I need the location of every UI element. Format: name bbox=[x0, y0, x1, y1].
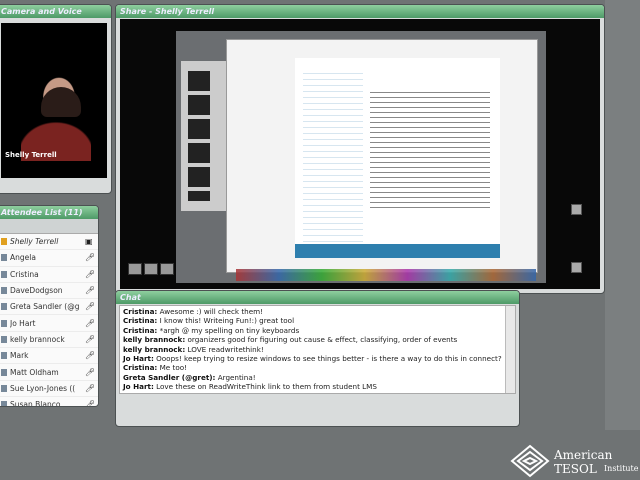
attendee-row[interactable]: Sue Lyon-Jones (( 🎤︎ bbox=[0, 380, 98, 397]
attendee-name: Sue Lyon-Jones (( bbox=[10, 383, 76, 393]
chat-text: organizers good for figuring out cause &… bbox=[185, 335, 458, 345]
browser-window bbox=[226, 39, 538, 273]
microphone-icon: 🎤︎ bbox=[85, 269, 96, 279]
american-tesol-logo: American TESOL Institute bbox=[508, 440, 640, 480]
participant-icon bbox=[1, 401, 7, 406]
chat-text: Love these on ReadWriteThink link to the… bbox=[153, 382, 377, 392]
attendee-row[interactable]: DaveDodgson 🎤︎ bbox=[0, 282, 98, 300]
chat-text: Awesome :) will check them! bbox=[157, 307, 264, 316]
chat-message: Greta Sandler (@gret): Argentina! bbox=[123, 373, 503, 382]
participant-icon bbox=[1, 335, 7, 343]
attendee-row[interactable]: Mark 🎤︎ bbox=[0, 348, 98, 365]
camera-pod-title: Camera and Voice bbox=[0, 5, 111, 18]
chat-message: Cristina: Me too! bbox=[123, 363, 503, 372]
participant-icon bbox=[1, 270, 7, 278]
attendee-name: Angela bbox=[10, 253, 36, 263]
chat-text: I know this! Writeing Fun!:) great tool bbox=[157, 316, 295, 326]
presenter-icon: ▣ bbox=[85, 237, 93, 247]
chat-message: Jo Hart: Ooops! keep trying to resize wi… bbox=[123, 354, 503, 363]
chat-sender: Cristina: bbox=[123, 316, 158, 326]
participant-icon bbox=[1, 384, 7, 392]
host-icon bbox=[1, 238, 7, 246]
chat-sender: Cristina: bbox=[123, 307, 158, 316]
attendee-row[interactable]: Cristina 🎤︎ bbox=[0, 266, 98, 283]
mac-dock bbox=[236, 269, 536, 281]
attendee-name: Jo Hart bbox=[10, 318, 36, 328]
camera-voice-pod: Camera and Voice Shelly Terrell bbox=[0, 4, 112, 194]
chat-message: kelly brannock: LOVE readwritethink! bbox=[123, 345, 503, 354]
microphone-icon: 🎤︎ bbox=[85, 367, 96, 377]
shared-screen bbox=[120, 19, 600, 289]
chat-message: Cristina: Awesome :) will check them! bbox=[123, 307, 503, 316]
microphone-icon: 🎤︎ bbox=[85, 334, 96, 344]
participant-icon bbox=[1, 368, 7, 376]
attendee-name: Mark bbox=[10, 351, 29, 361]
screen-share-pod: Share - Shelly Terrell bbox=[115, 4, 605, 294]
attendee-row[interactable]: Jo Hart 🎤︎ bbox=[0, 315, 98, 332]
attendee-row[interactable]: Matt Oldham 🎤︎ bbox=[0, 364, 98, 381]
chat-message: Cristina: *argh @ my spelling on tiny ke… bbox=[123, 326, 503, 335]
participant-icon bbox=[1, 254, 7, 262]
attendee-row[interactable]: Susan Blanco 🎤︎ bbox=[0, 396, 98, 407]
right-panel bbox=[605, 0, 640, 430]
chat-text: Me too! bbox=[157, 363, 187, 373]
attendee-name: kelly brannock bbox=[10, 334, 65, 344]
microphone-icon: 🎤︎ bbox=[85, 400, 96, 407]
microphone-icon: 🎤︎ bbox=[85, 302, 96, 312]
attendee-list-pod: Attendee List (11) Shelly Terrell ▣ Angela… bbox=[0, 205, 99, 407]
logo-mark-icon bbox=[510, 444, 550, 478]
share-pod-title: Share - Shelly Terrell bbox=[116, 5, 604, 18]
logo-subtext: Institute bbox=[604, 464, 639, 473]
chat-sender: kelly brannock: bbox=[123, 344, 186, 354]
scroll-down-button[interactable] bbox=[571, 262, 582, 273]
attendee-row[interactable]: Angela 🎤︎ bbox=[0, 250, 98, 267]
attendee-name: Shelly Terrell bbox=[10, 237, 59, 247]
participant-icon bbox=[1, 352, 7, 360]
chat-text: Argentina! bbox=[215, 372, 256, 382]
attendee-name: DaveDodgson bbox=[10, 286, 63, 296]
chat-sender: Jo Hart: bbox=[123, 354, 154, 364]
chat-message: Cristina: I know this! Writeing Fun!:) g… bbox=[123, 316, 503, 325]
chat-message: kelly brannock: organizers good for figu… bbox=[123, 335, 503, 344]
participant-icon bbox=[1, 287, 7, 295]
attendee-row[interactable]: kelly brannock 🎤︎ bbox=[0, 331, 98, 349]
scroll-up-button[interactable] bbox=[571, 204, 582, 215]
chat-sender: Greta Sandler (@gret): bbox=[123, 372, 216, 382]
microphone-icon: 🎤︎ bbox=[85, 253, 96, 263]
attendee-pod-title: Attendee List (11) bbox=[0, 206, 98, 219]
chat-sender: Jo Hart: bbox=[123, 382, 154, 392]
chat-text: *argh @ my spelling on tiny keyboards bbox=[157, 325, 300, 335]
chat-scrollbar[interactable] bbox=[505, 306, 515, 393]
chat-text: LOVE readwritethink! bbox=[185, 344, 264, 354]
share-view-buttons[interactable] bbox=[128, 260, 176, 279]
participant-icon bbox=[1, 319, 7, 327]
chat-sender: Cristina: bbox=[123, 363, 158, 373]
microphone-icon: 🎤︎ bbox=[85, 286, 96, 296]
presenter-name: Shelly Terrell bbox=[5, 151, 57, 159]
chat-pod: Chat Cristina: Awesome :) will check the… bbox=[115, 290, 520, 427]
chat-sender: Cristina: bbox=[123, 325, 158, 335]
chat-message: Jo Hart: Love these on ReadWriteThink li… bbox=[123, 382, 503, 391]
attendee-name: Greta Sandler (@g bbox=[10, 302, 80, 312]
attendee-toolbar bbox=[0, 219, 98, 234]
attendee-name: Matt Oldham bbox=[10, 367, 59, 377]
attendee-name: Cristina bbox=[10, 269, 39, 279]
attendee-row[interactable]: Greta Sandler (@g 🎤︎ bbox=[0, 299, 98, 316]
attendee-row[interactable]: Shelly Terrell ▣ bbox=[0, 234, 98, 251]
chat-messages: Cristina: Awesome :) will check them! Cri… bbox=[119, 305, 516, 394]
participant-icon bbox=[1, 303, 7, 311]
webcam-video: Shelly Terrell bbox=[1, 23, 107, 178]
chat-pod-title: Chat bbox=[116, 291, 519, 304]
microphone-icon: 🎤︎ bbox=[85, 383, 96, 393]
attendee-name: Susan Blanco bbox=[10, 400, 61, 407]
chat-text: Ooops! keep trying to resize windows to … bbox=[153, 354, 502, 364]
microphone-icon: 🎤︎ bbox=[85, 318, 96, 328]
chat-sender: kelly brannock: bbox=[123, 335, 186, 345]
microphone-icon: 🎤︎ bbox=[85, 351, 96, 361]
